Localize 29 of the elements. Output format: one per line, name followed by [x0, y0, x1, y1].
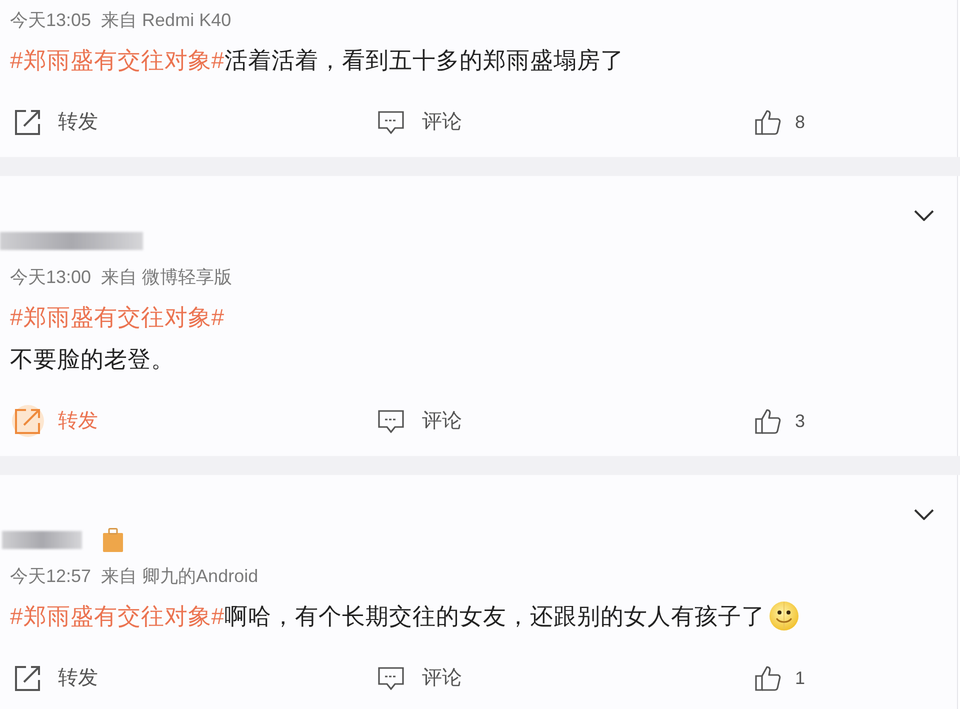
- share-icon: [12, 405, 44, 437]
- menu-button[interactable]: [913, 507, 935, 521]
- menu-button[interactable]: [913, 208, 935, 222]
- post-source: 来自 卿九的Android: [101, 564, 258, 588]
- comment-button[interactable]: 评论: [378, 107, 462, 137]
- like-button[interactable]: 8: [755, 108, 806, 136]
- speech-bubble-icon: [378, 666, 404, 690]
- post-source: 来自 微博轻享版: [101, 266, 232, 288]
- post-source: 来自 Redmi K40: [101, 8, 232, 32]
- comment-text: 活着活着，看到五十多的郑雨盛塌房了: [224, 46, 624, 75]
- smiley-emoji-icon: [769, 601, 800, 631]
- post-time: 今天12:57: [10, 564, 92, 588]
- chevron-down-icon: [914, 210, 934, 220]
- speech-bubble-icon: [378, 410, 404, 432]
- thumbs-up-icon: [755, 109, 781, 135]
- speech-bubble-icon: [378, 110, 404, 134]
- comment-button[interactable]: 评论: [378, 406, 462, 436]
- post-time: 今天13:05: [10, 8, 92, 32]
- thumbs-up-icon: [755, 408, 781, 434]
- post-time: 今天13:00: [10, 266, 92, 288]
- comment-button[interactable]: 评论: [378, 663, 462, 693]
- like-button[interactable]: 1: [755, 664, 806, 692]
- comment-text: 啊哈，有个长期交往的女友，还跟别的女人有孩子了: [224, 602, 766, 631]
- repost-button[interactable]: 转发: [12, 662, 98, 694]
- thumbs-up-icon: [755, 665, 781, 691]
- like-button[interactable]: 3: [755, 408, 806, 434]
- chevron-down-icon: [914, 508, 934, 520]
- comment-text: 不要脸的老登。: [10, 344, 174, 374]
- repost-button[interactable]: 转发: [12, 106, 98, 138]
